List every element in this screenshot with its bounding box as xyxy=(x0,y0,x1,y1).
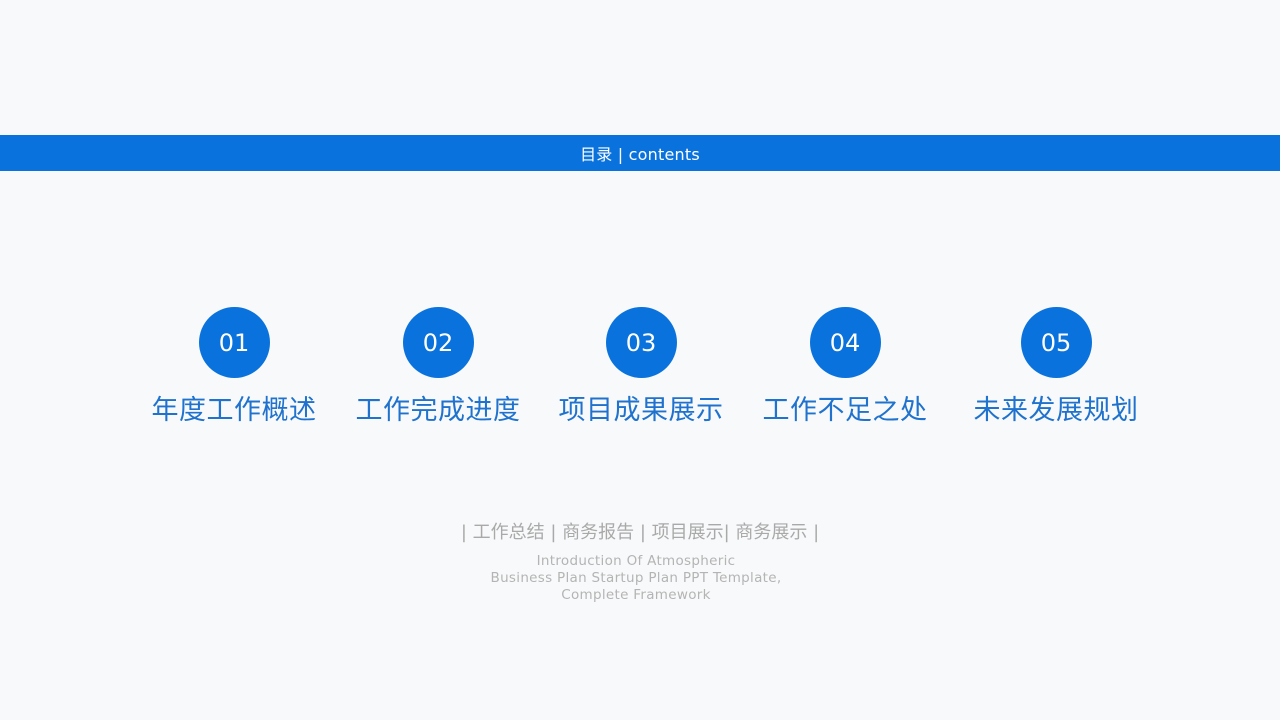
page-title: 目录 | contents xyxy=(580,145,700,164)
contents-item-1[interactable]: 01 年度工作概述 xyxy=(134,307,334,427)
description-line: Business Plan Startup Plan PPT Template, xyxy=(490,570,782,586)
title-bar: 目录 | contents xyxy=(0,135,1280,171)
tagline: | 工作总结 | 商务报告 | 项目展示| 商务展示 | xyxy=(460,522,820,543)
number-badge: 04 xyxy=(809,307,881,378)
number-badge: 01 xyxy=(198,307,270,378)
contents-item-4[interactable]: 04 工作不足之处 xyxy=(745,307,945,427)
item-label: 工作完成进度 xyxy=(355,395,521,426)
item-label: 项目成果展示 xyxy=(558,395,724,426)
contents-item-3[interactable]: 03 项目成果展示 xyxy=(541,307,741,427)
number-badge: 02 xyxy=(402,307,474,378)
item-label: 工作不足之处 xyxy=(762,395,928,426)
number-badge: 03 xyxy=(605,307,677,378)
description-line: Introduction Of Atmospheric xyxy=(536,553,736,569)
description: Introduction Of Atmospheric Business Pla… xyxy=(0,553,1272,604)
item-label: 未来发展规划 xyxy=(973,395,1139,426)
number-badge: 05 xyxy=(1020,307,1092,378)
contents-item-2[interactable]: 02 工作完成进度 xyxy=(338,307,538,427)
contents-item-5[interactable]: 05 未来发展规划 xyxy=(956,307,1156,427)
description-line: Complete Framework xyxy=(561,587,711,603)
item-label: 年度工作概述 xyxy=(151,395,317,426)
